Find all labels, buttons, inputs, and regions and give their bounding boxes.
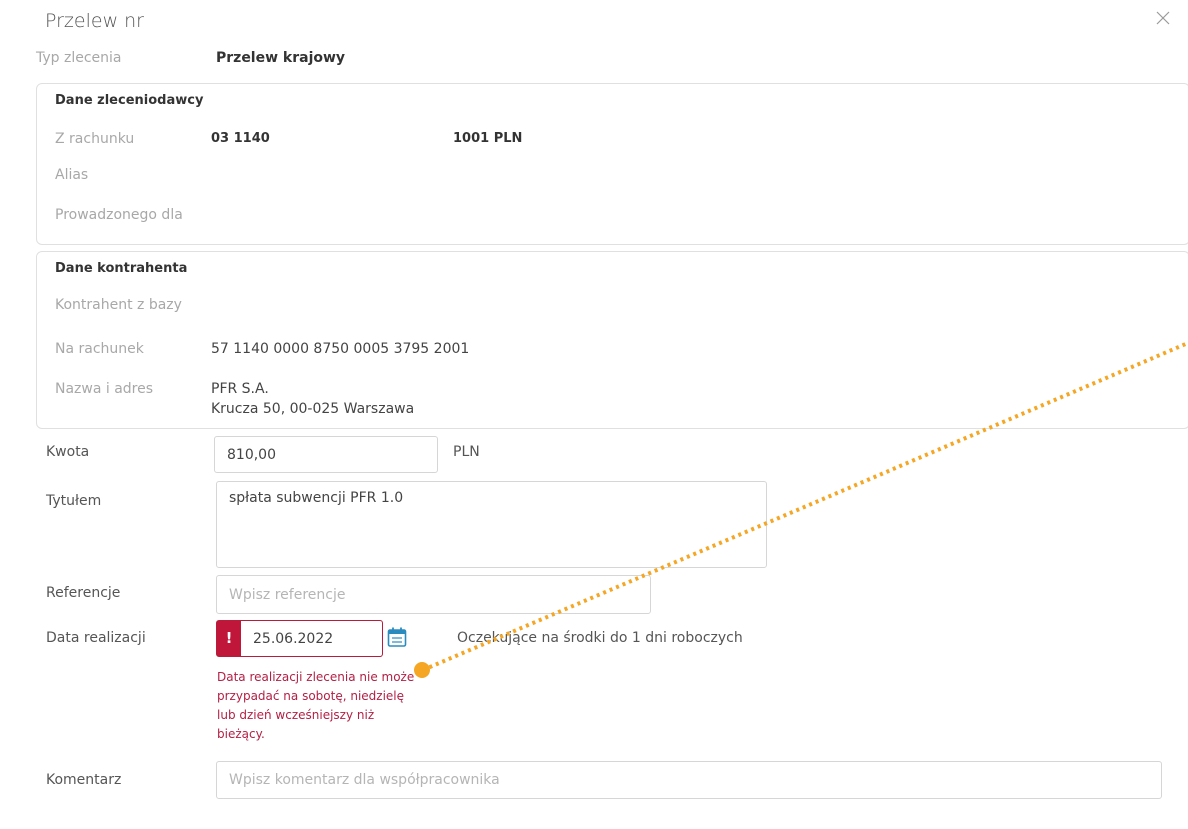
date-error-message: Data realizacji zlecenia nie może przypa… [217,670,415,741]
reference-label: Referencje [46,585,121,601]
date-input[interactable] [247,621,389,656]
date-label: Data realizacji [46,630,146,646]
name-label: Nazwa i adres [55,381,154,397]
annotation-dot [414,662,430,678]
dialog-title: Przelew nr [45,10,144,32]
date-info: Oczekujące na środki do 1 dni roboczych [457,630,743,646]
amount-label: Kwota [46,444,90,460]
close-icon[interactable] [1155,10,1171,26]
from-account-suffix: 1001 PLN [453,131,523,146]
reference-input[interactable] [216,575,651,614]
owner-label: Prowadzonego dla [55,207,183,223]
from-account-label: Z rachunku [55,131,135,147]
name-line1: PFR S.A. [211,381,269,397]
comment-label: Komentarz [46,772,122,788]
counterparty-section-title: Dane kontrahenta [55,261,188,276]
amount-input[interactable] [214,436,438,473]
from-base-label: Kontrahent z bazy [55,297,182,313]
calendar-icon[interactable] [387,626,407,648]
order-type-label: Typ zlecenia [36,50,122,66]
date-field[interactable]: ! [216,620,389,657]
transfer-dialog: Przelew nr Typ zlecenia Przelew krajowy … [9,0,1188,829]
name-line2: Krucza 50, 00-025 Warszawa [211,401,415,417]
sender-section-title: Dane zleceniodawcy [55,93,204,108]
counterparty-section: Dane kontrahenta Kontrahent z bazy Na ra… [36,251,1188,429]
title-textarea[interactable]: spłata subwencji PFR 1.0 [216,481,767,568]
account-label: Na rachunek [55,341,144,357]
sender-section: Dane zleceniodawcy Z rachunku 03 1140 10… [36,83,1188,245]
title-label: Tytułem [46,493,102,509]
error-alert-icon: ! [217,621,241,656]
alias-label: Alias [55,167,89,183]
order-type-value: Przelew krajowy [216,50,346,66]
currency-label: PLN [453,444,480,460]
from-account-prefix: 03 1140 [211,131,270,146]
account-value: 57 1140 0000 8750 0005 3795 2001 [211,341,470,357]
comment-input[interactable] [216,761,1162,799]
